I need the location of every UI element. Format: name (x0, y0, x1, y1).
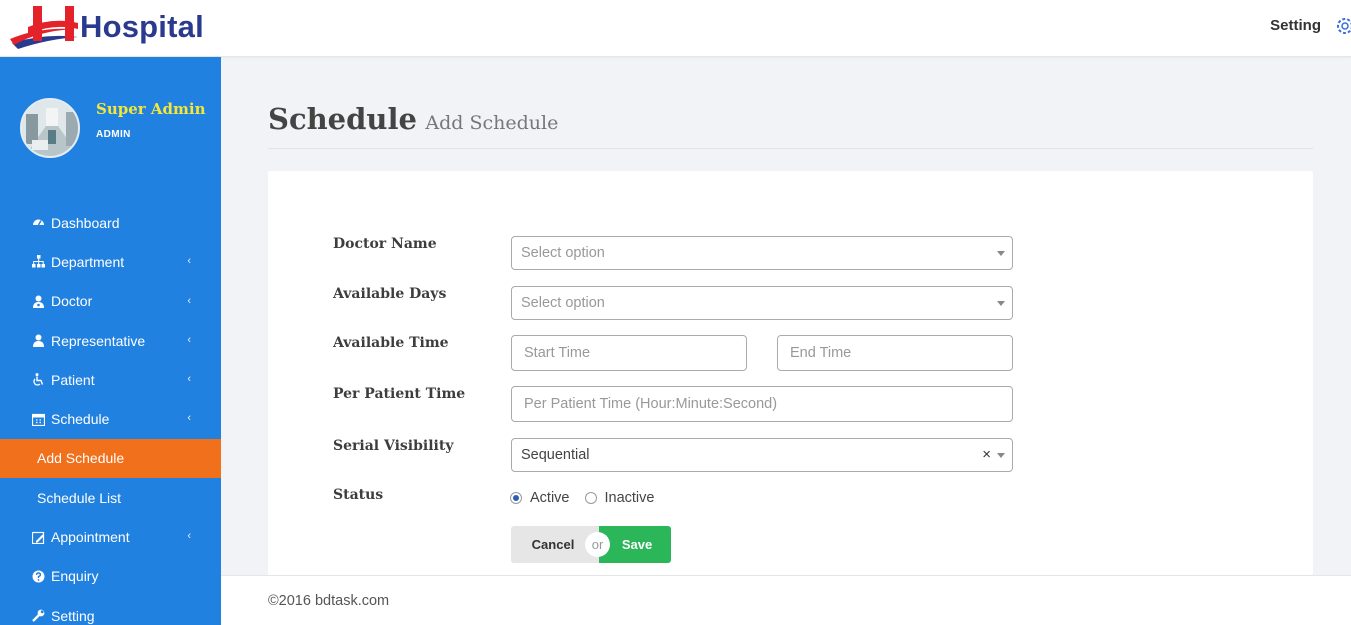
sidebar-item-department[interactable]: Department ‹ (0, 242, 221, 281)
status-inactive-label[interactable]: Inactive (605, 490, 655, 506)
sidebar-item-label: Appointment (51, 529, 130, 546)
profile-role: ADMIN (96, 129, 131, 140)
sidebar: Super Admin ADMIN Dashboard Department ‹… (0, 57, 221, 625)
sidebar-item-label: Patient (51, 371, 95, 388)
form-actions: Cancel or Save (511, 526, 671, 563)
serial-visibility-select[interactable]: Sequential × (511, 438, 1013, 472)
top-header: Hospital Setting (0, 0, 1351, 57)
available-time-label: Available Time (333, 335, 449, 351)
sitemap-icon (32, 255, 45, 268)
clear-icon[interactable]: × (982, 446, 991, 463)
status-active-radio[interactable] (510, 492, 522, 504)
sidebar-item-label: Department (51, 253, 125, 270)
calendar-edit-icon (32, 531, 45, 544)
or-separator: or (585, 532, 610, 557)
sidebar-item-label: Dashboard (51, 214, 120, 231)
radio-selected-dot (513, 495, 519, 501)
sidebar-item-doctor[interactable]: Doctor ‹ (0, 282, 221, 321)
question-circle-icon (32, 570, 45, 583)
start-time-placeholder: Start Time (524, 345, 591, 361)
sidebar-item-label: Schedule List (37, 489, 122, 506)
chevron-left-icon: ‹ (187, 255, 191, 268)
sidebar-item-enquiry[interactable]: Enquiry (0, 557, 221, 596)
sidebar-item-dashboard[interactable]: Dashboard (0, 203, 221, 242)
footer-copyright: ©2016 bdtask.com (268, 593, 390, 609)
per-patient-time-placeholder: Per Patient Time (Hour:Minute:Second) (524, 396, 778, 412)
end-time-placeholder: End Time (790, 345, 852, 361)
sidebar-nav: Dashboard Department ‹ Doctor ‹ Represen… (0, 203, 221, 625)
sidebar-item-schedule-list[interactable]: Schedule List (0, 478, 221, 517)
chevron-left-icon: ‹ (187, 294, 191, 307)
sidebar-item-schedule[interactable]: Schedule ‹ (0, 399, 221, 438)
doctor-name-label: Doctor Name (333, 236, 437, 252)
sidebar-item-label: Doctor (51, 293, 93, 310)
form-panel (268, 171, 1313, 575)
page-title: Schedule (268, 102, 417, 136)
status-active-label[interactable]: Active (530, 490, 570, 506)
sidebar-item-label: Representative (51, 332, 146, 349)
caret-down-icon (997, 301, 1005, 306)
logo-text: Hospital (80, 9, 204, 44)
sidebar-item-add-schedule[interactable]: Add Schedule (0, 438, 221, 479)
hospital-logo[interactable]: Hospital (8, 3, 204, 51)
doctor-name-placeholder: Select option (521, 245, 605, 261)
user-icon (32, 334, 45, 348)
wrench-icon (32, 609, 45, 622)
end-time-input[interactable]: End Time (777, 335, 1013, 371)
chevron-left-icon: ‹ (187, 412, 191, 425)
user-doctor-icon (32, 295, 45, 308)
profile-name: Super Admin (96, 100, 206, 118)
sidebar-item-label: Setting (51, 607, 95, 624)
per-patient-time-label: Per Patient Time (333, 386, 466, 402)
chevron-left-icon: ‹ (187, 530, 191, 543)
calendar-icon (32, 413, 45, 426)
gear-icon[interactable] (1333, 15, 1351, 37)
header-setting-link[interactable]: Setting (1270, 17, 1321, 34)
sidebar-item-appointment[interactable]: Appointment ‹ (0, 517, 221, 556)
page-header: Schedule Add Schedule (268, 102, 1313, 149)
sidebar-item-setting[interactable]: Setting (0, 596, 221, 625)
sidebar-item-patient[interactable]: Patient ‹ (0, 360, 221, 399)
chevron-left-icon: ‹ (187, 333, 191, 346)
sidebar-item-label: Enquiry (51, 568, 99, 585)
wheelchair-icon (32, 373, 45, 387)
doctor-name-select[interactable]: Select option (511, 236, 1013, 270)
available-days-label: Available Days (333, 286, 447, 302)
available-days-select[interactable]: Select option (511, 286, 1013, 320)
status-inactive-radio[interactable] (584, 492, 597, 504)
avatar[interactable] (20, 98, 80, 158)
available-days-placeholder: Select option (521, 295, 605, 311)
chevron-left-icon: ‹ (187, 373, 191, 386)
sidebar-item-representative[interactable]: Representative ‹ (0, 321, 221, 360)
status-radio-group: Active Inactive (510, 490, 669, 506)
serial-visibility-label: Serial Visibility (333, 438, 454, 454)
page-subtitle: Add Schedule (425, 112, 559, 134)
sidebar-item-label: Add Schedule (37, 450, 125, 467)
sidebar-item-label: Schedule (51, 411, 110, 428)
serial-visibility-value: Sequential (521, 447, 590, 463)
start-time-input[interactable]: Start Time (511, 335, 747, 371)
status-label: Status (333, 487, 384, 503)
logo-mark-icon (8, 3, 86, 51)
dashboard-icon (32, 216, 45, 229)
caret-down-icon (997, 453, 1005, 458)
per-patient-time-input[interactable]: Per Patient Time (Hour:Minute:Second) (511, 386, 1013, 422)
caret-down-icon (997, 251, 1005, 256)
footer: ©2016 bdtask.com (221, 575, 1351, 625)
